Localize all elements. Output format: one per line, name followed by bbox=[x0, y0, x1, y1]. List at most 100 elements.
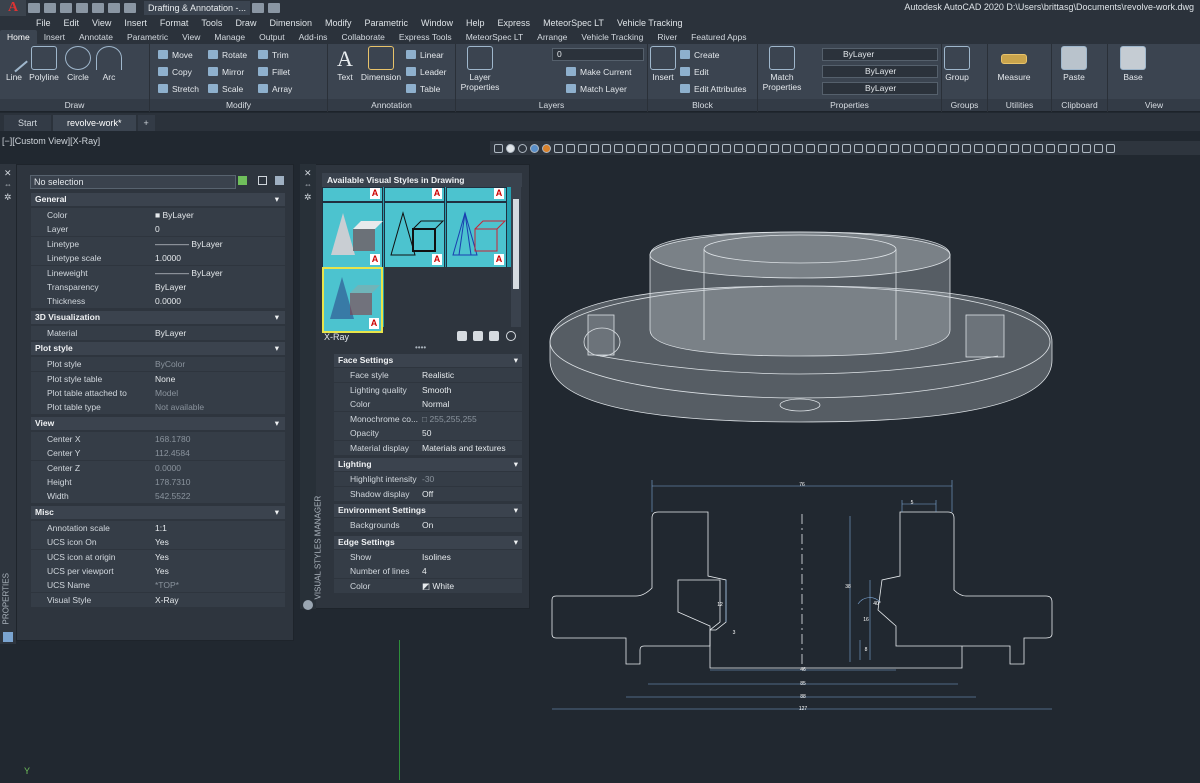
style-swatch-shaded[interactable]: A bbox=[322, 202, 383, 268]
properties-section-header[interactable]: Plot style ▾ bbox=[31, 342, 285, 356]
export-style-icon[interactable] bbox=[489, 331, 499, 341]
chevron-down-icon[interactable]: ▾ bbox=[275, 506, 279, 519]
property-value[interactable]: ByColor bbox=[155, 357, 185, 371]
menu-insert[interactable]: Insert bbox=[124, 18, 147, 28]
property-value[interactable]: 1.0000 bbox=[155, 251, 181, 265]
property-row[interactable]: Plot style ByColor bbox=[31, 357, 285, 372]
toolbar-tool-icon[interactable] bbox=[1094, 143, 1103, 153]
edit-block-button[interactable]: Edit bbox=[680, 65, 709, 79]
chevron-down-icon[interactable]: ▾ bbox=[275, 311, 279, 324]
make-current-button[interactable]: Make Current bbox=[566, 65, 632, 79]
match-properties-button[interactable]: Match Properties bbox=[762, 46, 802, 92]
toolbar-tool-icon[interactable] bbox=[698, 143, 707, 153]
toolbar-tool-icon[interactable] bbox=[650, 143, 659, 153]
property-row[interactable]: Linetype ———— ByLayer bbox=[31, 236, 285, 251]
menu-express[interactable]: Express bbox=[498, 18, 531, 28]
style-setting-row[interactable]: Number of lines 4 bbox=[334, 564, 522, 578]
menu-parametric[interactable]: Parametric bbox=[365, 18, 409, 28]
toolbar-tool-icon[interactable] bbox=[950, 143, 959, 153]
property-row[interactable]: Thickness 0.0000 bbox=[31, 294, 285, 309]
property-row[interactable]: Lineweight ———— ByLayer bbox=[31, 265, 285, 280]
plot-icon[interactable] bbox=[124, 3, 136, 13]
toolbar-tool-icon[interactable] bbox=[818, 143, 827, 153]
base-button[interactable]: Base bbox=[1118, 46, 1148, 82]
linetype-combo[interactable]: ByLayer bbox=[822, 65, 938, 78]
menu-meteorspec[interactable]: MeteorSpec LT bbox=[543, 18, 604, 28]
toolbar-tool-icon[interactable] bbox=[1082, 143, 1091, 153]
menu-vehicle-tracking[interactable]: Vehicle Tracking bbox=[617, 18, 683, 28]
properties-palette-icon[interactable] bbox=[3, 632, 13, 642]
block-panel-title[interactable]: Block bbox=[648, 99, 757, 111]
select-objects-icon[interactable] bbox=[258, 176, 267, 185]
style-setting-row[interactable]: Show Isolines bbox=[334, 549, 522, 564]
toolbar-tool-icon[interactable] bbox=[986, 143, 995, 153]
move-button[interactable]: Move bbox=[158, 48, 193, 62]
toolbar-tool-icon[interactable] bbox=[746, 143, 755, 153]
style-setting-row[interactable]: Opacity 50 bbox=[334, 426, 522, 440]
modify-panel-title[interactable]: Modify bbox=[150, 99, 327, 111]
property-value[interactable]: Not available bbox=[155, 400, 204, 414]
toolbar-tool-icon[interactable] bbox=[1046, 143, 1055, 153]
scale-button[interactable]: Scale bbox=[208, 82, 243, 96]
dimension-button[interactable]: Dimension bbox=[360, 46, 402, 82]
create-block-button[interactable]: Create bbox=[680, 48, 720, 62]
property-value[interactable]: ———— ByLayer bbox=[155, 237, 223, 251]
toolbar-tool-icon[interactable] bbox=[686, 143, 695, 153]
tab-meteorspec[interactable]: MeteorSpec LT bbox=[459, 30, 530, 44]
undo-icon[interactable] bbox=[252, 3, 265, 13]
property-row[interactable]: Annotation scale 1:1 bbox=[31, 520, 285, 535]
menu-view[interactable]: View bbox=[92, 18, 111, 28]
chevron-down-icon[interactable]: ▾ bbox=[275, 417, 279, 430]
property-row[interactable]: Center Y 112.4584 bbox=[31, 446, 285, 461]
auto-hide-icon[interactable]: ⇔ bbox=[304, 180, 312, 189]
match-layer-button[interactable]: Match Layer bbox=[566, 82, 627, 96]
layers-panel-title[interactable]: Layers bbox=[456, 99, 647, 111]
linear-button[interactable]: Linear bbox=[406, 48, 444, 62]
chevron-down-icon[interactable]: ▾ bbox=[514, 536, 518, 549]
property-row[interactable]: Transparency ByLayer bbox=[31, 280, 285, 294]
tab-collaborate[interactable]: Collaborate bbox=[334, 30, 391, 44]
drawing-canvas[interactable]: 76 5 12 3 38 40° 16 8 46 85 88 127 bbox=[540, 160, 1060, 720]
lineweight-combo[interactable]: ByLayer bbox=[822, 82, 938, 95]
property-value[interactable]: ByLayer bbox=[155, 326, 186, 340]
property-value[interactable]: X-Ray bbox=[155, 593, 179, 607]
toolbar-tool-icon[interactable] bbox=[914, 143, 923, 153]
style-swatch[interactable]: A bbox=[446, 187, 507, 202]
utilities-panel-title[interactable]: Utilities bbox=[988, 99, 1051, 111]
toolbar-tool-icon[interactable] bbox=[710, 143, 719, 153]
tab-arrange[interactable]: Arrange bbox=[530, 30, 574, 44]
toolbar-tool-icon[interactable] bbox=[1022, 143, 1031, 153]
clipboard-panel-title[interactable]: Clipboard bbox=[1052, 99, 1107, 111]
toolbar-tool-icon[interactable] bbox=[626, 143, 635, 153]
menu-window[interactable]: Window bbox=[421, 18, 453, 28]
toolbar-tool-icon[interactable] bbox=[590, 143, 599, 153]
toolbar-tool-icon[interactable] bbox=[638, 143, 647, 153]
toolbar-tool-icon[interactable] bbox=[566, 143, 575, 153]
toolbar-tool-icon[interactable] bbox=[938, 143, 947, 153]
properties-section-header[interactable]: 3D Visualization ▾ bbox=[31, 310, 285, 324]
style-swatch-wireframe[interactable]: A bbox=[446, 202, 507, 268]
chevron-down-icon[interactable]: ▾ bbox=[275, 342, 279, 355]
open-web-icon[interactable] bbox=[92, 3, 104, 13]
toolbar-tool-icon[interactable] bbox=[674, 143, 683, 153]
property-value[interactable]: 1:1 bbox=[155, 521, 167, 535]
close-icon[interactable]: ✕ bbox=[4, 168, 12, 179]
chevron-down-icon[interactable]: ▾ bbox=[514, 504, 518, 517]
toolbar-tool-icon[interactable] bbox=[578, 143, 587, 153]
properties-section-header[interactable]: View ▾ bbox=[31, 416, 285, 430]
delete-style-icon[interactable] bbox=[506, 331, 516, 341]
toolbar-tool-icon[interactable] bbox=[926, 143, 935, 153]
tab-annotate[interactable]: Annotate bbox=[72, 30, 120, 44]
menu-edit[interactable]: Edit bbox=[64, 18, 80, 28]
tab-view[interactable]: View bbox=[175, 30, 207, 44]
toolbar-tool-icon[interactable] bbox=[902, 143, 911, 153]
property-row[interactable]: Width 542.5522 bbox=[31, 489, 285, 504]
save-web-icon[interactable] bbox=[108, 3, 120, 13]
layer-properties-button[interactable]: Layer Properties bbox=[460, 46, 500, 92]
toolbar-tool-icon[interactable] bbox=[854, 143, 863, 153]
new-tab-button[interactable]: + bbox=[137, 115, 155, 131]
style-setting-row[interactable]: Color Normal bbox=[334, 397, 522, 411]
style-setting-row[interactable]: Backgrounds On bbox=[334, 518, 522, 532]
setting-value[interactable]: On bbox=[422, 518, 433, 532]
property-row[interactable]: Material ByLayer bbox=[31, 325, 285, 340]
